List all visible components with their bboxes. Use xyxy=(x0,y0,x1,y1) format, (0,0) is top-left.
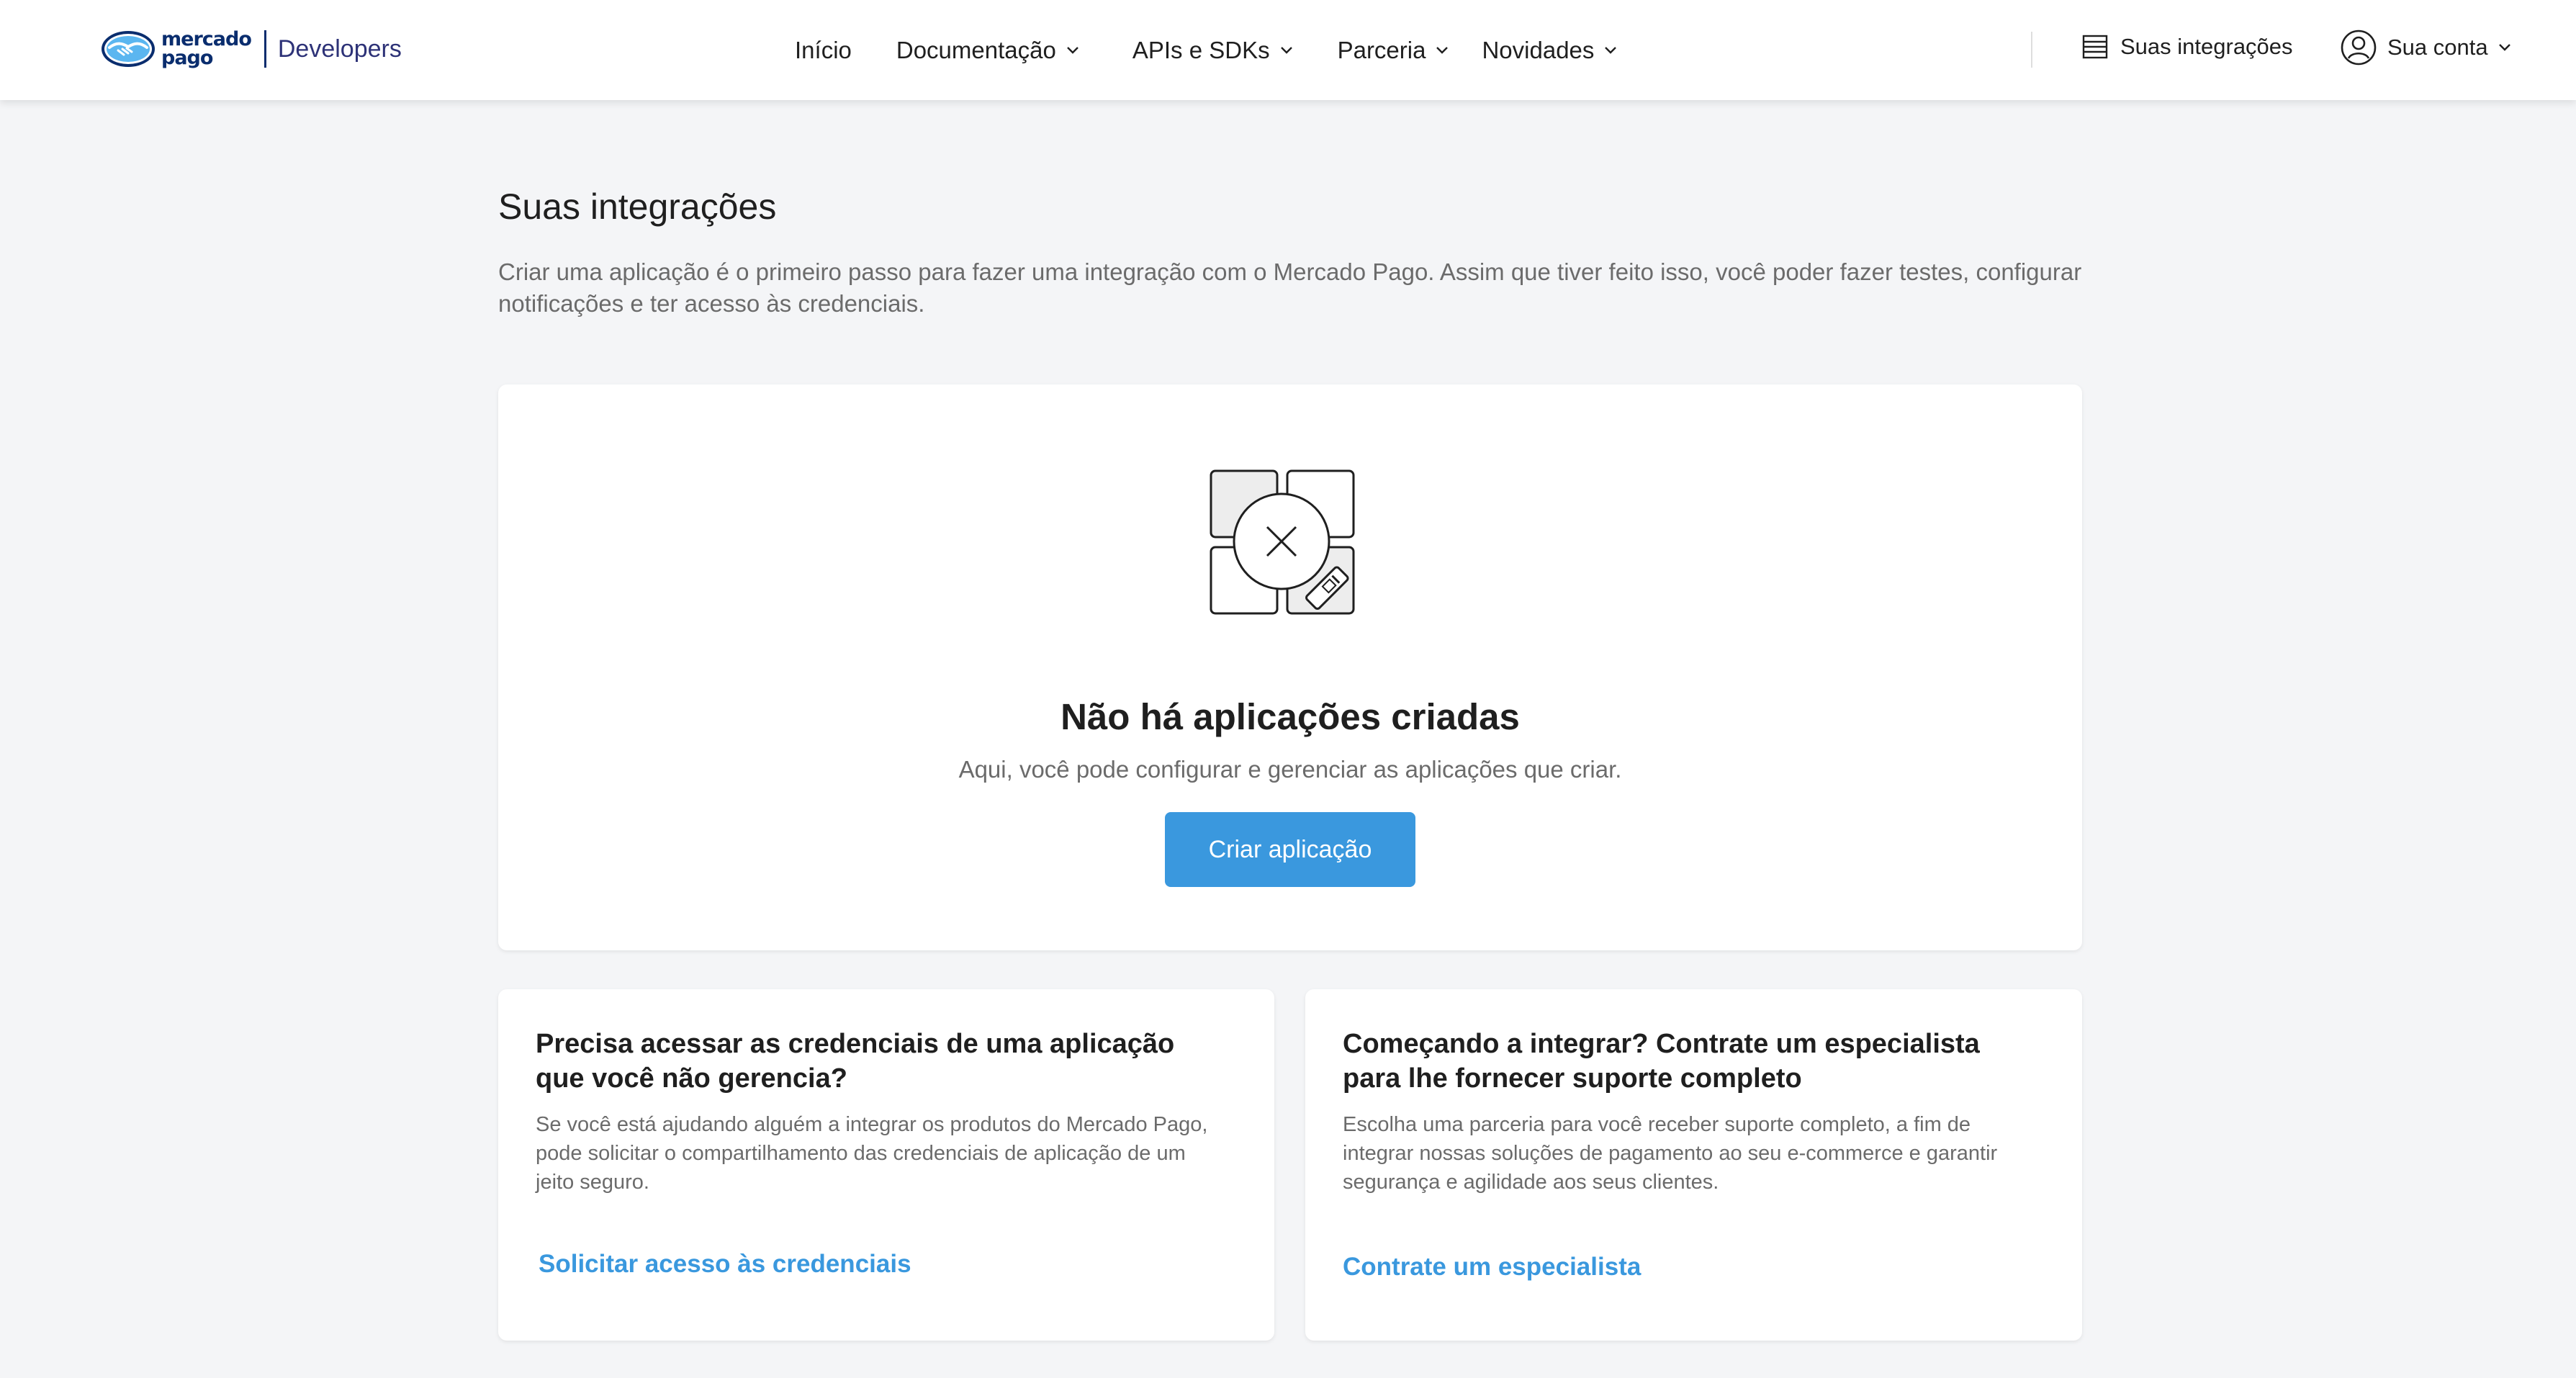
nav-item-apis-sdks[interactable]: APIs e SDKs xyxy=(1132,37,1293,64)
page-description: Criar uma aplicação é o primeiro passo p… xyxy=(498,258,2082,317)
credentials-card-body: Se você está ajudando alguém a integrar … xyxy=(536,1113,1208,1194)
mercado-pago-logo-icon xyxy=(102,31,155,67)
chevron-down-icon xyxy=(1066,46,1078,54)
account-menu[interactable]: Sua conta xyxy=(2340,29,2511,66)
hire-specialist-link[interactable]: Contrate um especialista xyxy=(1343,1253,1641,1282)
brand[interactable]: mercado pago Developers xyxy=(99,24,402,73)
brand-divider xyxy=(264,30,266,68)
main-nav: Início Documentação APIs e SDKs Parceria… xyxy=(795,0,1617,100)
chevron-down-icon xyxy=(2498,44,2510,51)
nav-item-label: Novidades xyxy=(1482,36,1595,63)
request-credentials-link[interactable]: Solicitar acesso às credenciais xyxy=(539,1250,911,1279)
empty-state-subtitle: Aqui, você pode configurar e gerenciar a… xyxy=(958,756,1622,783)
chevron-down-icon xyxy=(1436,46,1449,54)
empty-state-title: Não há aplicações criadas xyxy=(1060,696,1520,737)
search-empty-illustration-icon xyxy=(1210,469,1355,615)
page-title: Suas integrações xyxy=(498,186,777,227)
nav-item-documentacao[interactable]: Documentação xyxy=(896,37,1079,64)
account-label: Sua conta xyxy=(2387,35,2488,60)
brand-wordmark: mercado pago xyxy=(161,30,252,69)
user-circle-icon xyxy=(2341,30,2377,66)
hire-specialist-card: Começando a integrar? Contrate um especi… xyxy=(1305,989,2082,1341)
suas-integracoes-label: Suas integrações xyxy=(2120,34,2293,59)
specialist-card-body: Escolha uma parceria para você receber s… xyxy=(1343,1113,1998,1194)
nav-item-label: APIs e SDKs xyxy=(1132,36,1270,63)
nav-item-parceria[interactable]: Parceria xyxy=(1338,37,1449,64)
empty-state-card: Não há aplicações criadas Aqui, você pod… xyxy=(498,384,2082,950)
create-application-button[interactable]: Criar aplicação xyxy=(1165,812,1415,887)
credentials-access-card: Precisa acessar as credenciais de uma ap… xyxy=(498,989,1274,1341)
list-icon xyxy=(2082,35,2108,59)
chevron-down-icon xyxy=(1280,46,1292,54)
chevron-down-icon xyxy=(1605,46,1617,54)
nav-item-novidades[interactable]: Novidades xyxy=(1482,37,1617,64)
nav-item-label: Parceria xyxy=(1337,36,1426,63)
suas-integracoes-link[interactable]: Suas integrações xyxy=(2081,33,2293,60)
nav-item-label: Documentação xyxy=(896,36,1056,63)
brand-line2: pago xyxy=(161,47,213,69)
brand-product: Developers xyxy=(277,35,402,63)
header-divider xyxy=(2031,32,2032,68)
credentials-card-title: Precisa acessar as credenciais de uma ap… xyxy=(536,1029,1175,1094)
top-header: mercado pago Developers Início Documenta… xyxy=(0,0,2576,100)
nav-item-inicio[interactable]: Início xyxy=(795,37,852,64)
specialist-card-title: Começando a integrar? Contrate um especi… xyxy=(1343,1029,1980,1094)
nav-item-label: Início xyxy=(795,36,852,63)
